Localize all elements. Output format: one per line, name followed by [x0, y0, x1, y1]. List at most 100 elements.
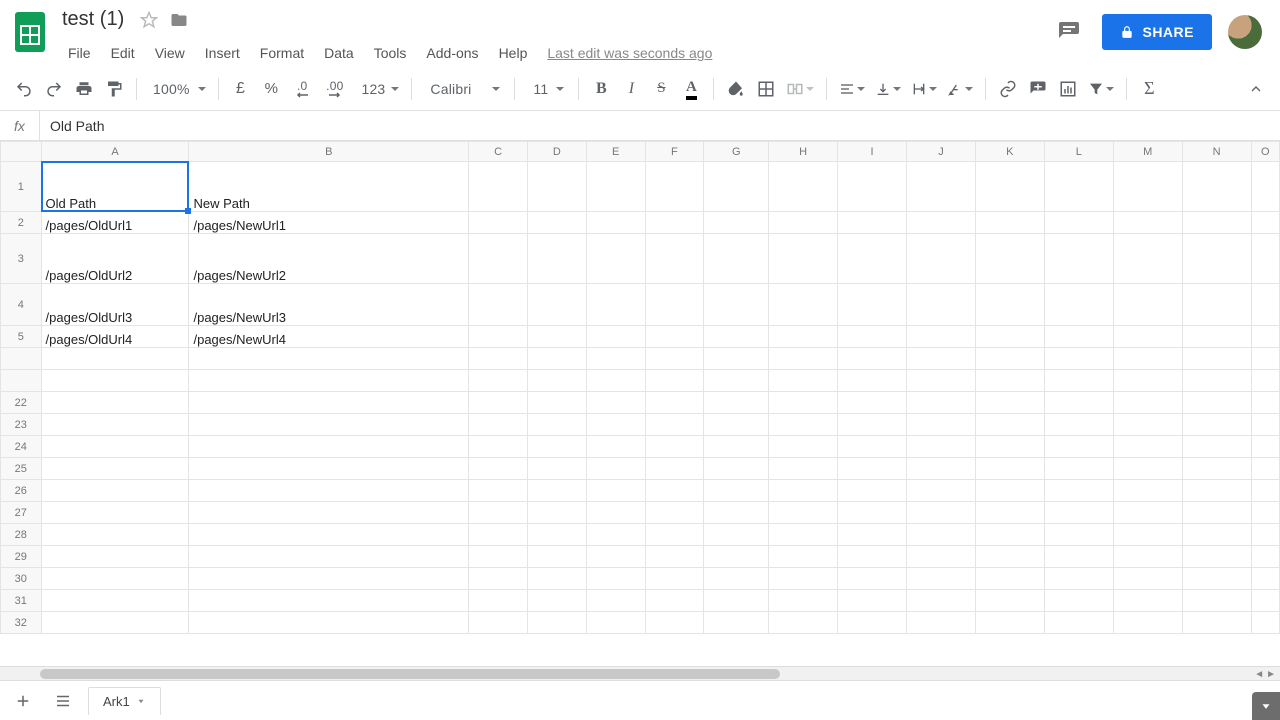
cell[interactable]	[906, 348, 975, 370]
cell[interactable]	[1113, 590, 1182, 612]
cell[interactable]	[1044, 524, 1113, 546]
cell[interactable]	[1044, 568, 1113, 590]
cell[interactable]	[645, 284, 704, 326]
cell[interactable]	[1113, 284, 1182, 326]
column-header[interactable]: N	[1182, 142, 1251, 162]
cell[interactable]	[975, 284, 1044, 326]
fx-icon[interactable]: fx	[0, 111, 40, 140]
cell[interactable]	[1251, 414, 1279, 436]
cell[interactable]	[1251, 502, 1279, 524]
cell[interactable]	[1044, 348, 1113, 370]
cell[interactable]	[586, 480, 645, 502]
text-rotation-icon[interactable]	[943, 74, 977, 104]
cell[interactable]	[975, 414, 1044, 436]
cell[interactable]	[527, 568, 586, 590]
cell[interactable]: /pages/OldUrl3	[41, 284, 189, 326]
cell[interactable]	[906, 480, 975, 502]
cell[interactable]	[41, 590, 189, 612]
cell[interactable]	[975, 458, 1044, 480]
cell[interactable]	[41, 348, 189, 370]
cell[interactable]	[1251, 326, 1279, 348]
cell[interactable]	[1044, 546, 1113, 568]
more-formats-dropdown[interactable]: 123	[353, 74, 403, 104]
cell[interactable]	[1113, 212, 1182, 234]
column-header[interactable]: I	[838, 142, 907, 162]
cell[interactable]	[1251, 612, 1279, 634]
cell[interactable]	[838, 284, 907, 326]
cell[interactable]	[1251, 590, 1279, 612]
cell[interactable]	[189, 524, 469, 546]
row-header[interactable]: 30	[1, 568, 42, 590]
cell[interactable]	[41, 502, 189, 524]
cell[interactable]	[1044, 480, 1113, 502]
functions-icon[interactable]: Σ	[1135, 74, 1163, 104]
cell[interactable]	[1251, 568, 1279, 590]
cell[interactable]	[975, 436, 1044, 458]
cell[interactable]: /pages/NewUrl2	[189, 234, 469, 284]
cell[interactable]	[906, 568, 975, 590]
font-family-dropdown[interactable]: Calibri	[420, 74, 506, 104]
cell[interactable]	[704, 436, 769, 458]
row-header[interactable]: 1	[1, 162, 42, 212]
cell[interactable]	[1251, 348, 1279, 370]
cell[interactable]	[469, 162, 528, 212]
cell[interactable]	[975, 568, 1044, 590]
cell[interactable]	[975, 212, 1044, 234]
add-sheet-icon[interactable]	[8, 686, 38, 716]
cell[interactable]	[189, 612, 469, 634]
cell[interactable]	[189, 568, 469, 590]
cell[interactable]	[1044, 612, 1113, 634]
cell[interactable]: New Path	[189, 162, 469, 212]
cell[interactable]	[838, 348, 907, 370]
cell[interactable]	[838, 546, 907, 568]
zoom-dropdown[interactable]: 100%	[145, 74, 210, 104]
cell[interactable]: /pages/OldUrl2	[41, 234, 189, 284]
cell[interactable]	[527, 612, 586, 634]
cell[interactable]	[769, 546, 838, 568]
cell[interactable]	[41, 414, 189, 436]
cell[interactable]	[645, 212, 704, 234]
cell[interactable]: /pages/NewUrl4	[189, 326, 469, 348]
menu-addons[interactable]: Add-ons	[416, 39, 488, 67]
cell[interactable]	[704, 326, 769, 348]
cell[interactable]	[769, 568, 838, 590]
cell[interactable]	[906, 590, 975, 612]
cell[interactable]: /pages/NewUrl3	[189, 284, 469, 326]
cell[interactable]	[769, 502, 838, 524]
cell[interactable]	[469, 568, 528, 590]
cell[interactable]	[527, 524, 586, 546]
cell[interactable]	[704, 546, 769, 568]
cell[interactable]	[906, 162, 975, 212]
cell[interactable]	[41, 568, 189, 590]
print-icon[interactable]	[70, 74, 98, 104]
cell[interactable]	[189, 392, 469, 414]
all-sheets-icon[interactable]	[48, 686, 78, 716]
cell[interactable]	[1044, 502, 1113, 524]
insert-chart-icon[interactable]	[1054, 74, 1082, 104]
cell[interactable]	[1251, 436, 1279, 458]
cell[interactable]	[469, 612, 528, 634]
row-header[interactable]: 29	[1, 546, 42, 568]
cell[interactable]	[769, 392, 838, 414]
cell[interactable]	[1113, 458, 1182, 480]
cell[interactable]	[41, 524, 189, 546]
cell[interactable]	[1182, 502, 1251, 524]
cell[interactable]	[469, 392, 528, 414]
cell[interactable]	[769, 212, 838, 234]
cell[interactable]	[1113, 502, 1182, 524]
cell[interactable]	[1251, 546, 1279, 568]
cell[interactable]	[586, 502, 645, 524]
cell[interactable]	[1251, 284, 1279, 326]
cell[interactable]	[645, 392, 704, 414]
menu-tools[interactable]: Tools	[364, 39, 417, 67]
cell[interactable]	[469, 590, 528, 612]
cell[interactable]	[1044, 436, 1113, 458]
filter-icon[interactable]	[1084, 74, 1118, 104]
cell[interactable]	[769, 234, 838, 284]
cell[interactable]	[645, 436, 704, 458]
format-percent-button[interactable]: %	[257, 74, 287, 104]
cell[interactable]	[1182, 480, 1251, 502]
select-all-corner[interactable]	[1, 142, 42, 162]
formula-input[interactable]	[40, 118, 1280, 134]
borders-icon[interactable]	[752, 74, 780, 104]
